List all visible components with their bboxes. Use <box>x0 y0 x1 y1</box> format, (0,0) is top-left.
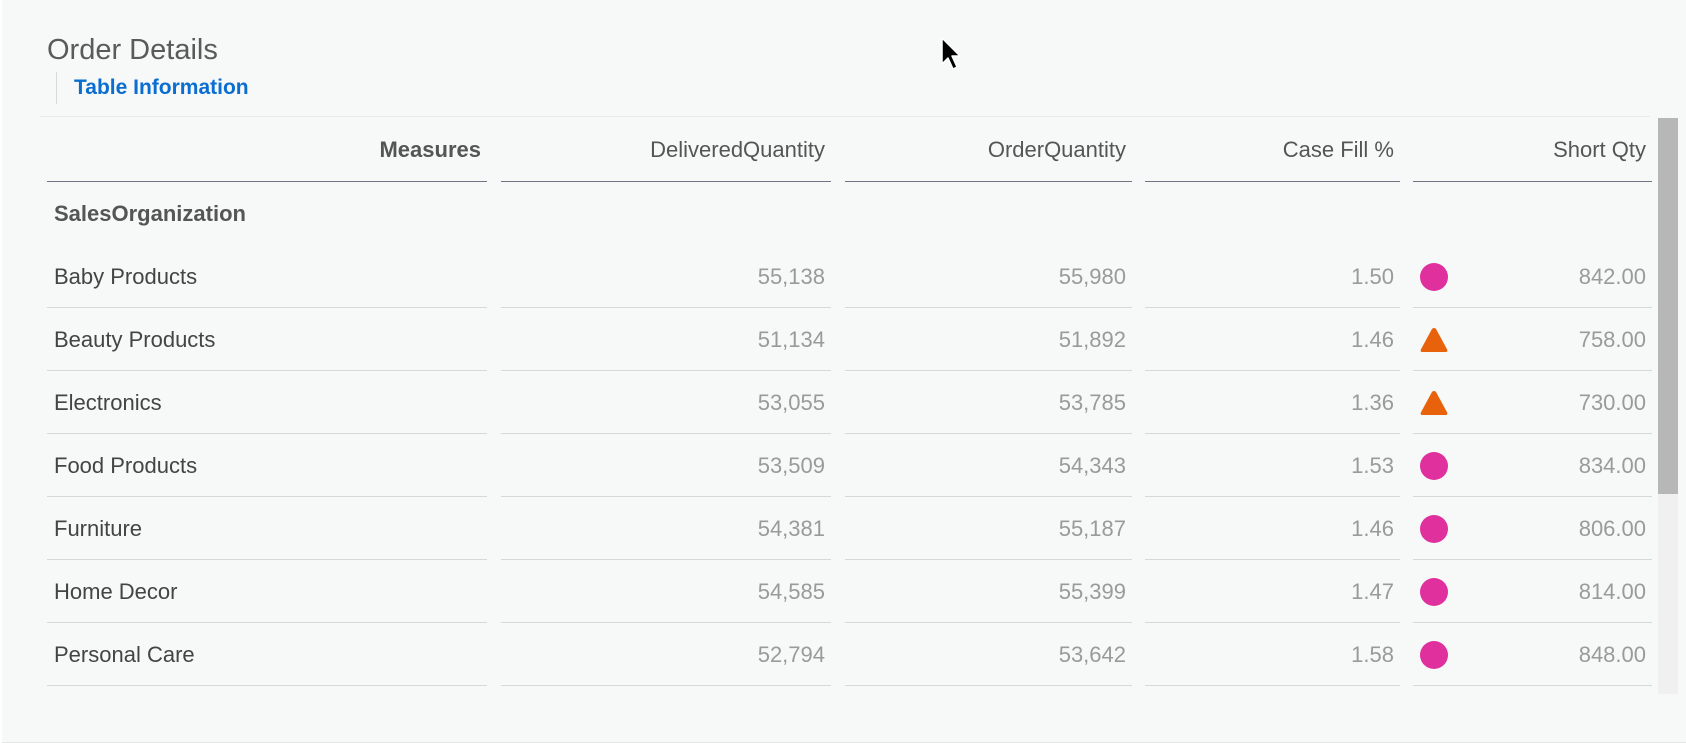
row-label[interactable]: Personal Care <box>47 623 487 686</box>
status-circle-icon <box>1419 262 1449 292</box>
header-separator <box>40 116 1650 117</box>
case-fill-cell: 1.53 <box>1145 434 1400 497</box>
case-fill-cell: 1.58 <box>1145 623 1400 686</box>
delivered-quantity-cell: 51,134 <box>501 308 831 371</box>
row-label[interactable]: Beauty Products <box>47 308 487 371</box>
delivered-quantity-cell: 54,381 <box>501 497 831 560</box>
row-label[interactable]: Baby Products <box>47 245 487 308</box>
header-delivered-quantity[interactable]: DeliveredQuantity <box>501 118 831 182</box>
table-information-link[interactable]: Table Information <box>74 76 249 100</box>
header-order-quantity[interactable]: OrderQuantity <box>845 118 1132 182</box>
short-qty-cell: 834.00 <box>1413 434 1652 497</box>
status-circle-icon <box>1419 640 1449 670</box>
order-quantity-cell: 55,399 <box>845 560 1132 623</box>
data-table: Measures DeliveredQuantity OrderQuantity… <box>47 118 1652 688</box>
vertical-scrollbar[interactable] <box>1658 118 1678 694</box>
short-qty-cell: 730.00 <box>1413 371 1652 434</box>
delivered-quantity-cell: 53,055 <box>501 371 831 434</box>
short-qty-value: 842.00 <box>1578 264 1646 289</box>
case-fill-cell: 1.46 <box>1145 308 1400 371</box>
row-label[interactable]: Home Decor <box>47 560 487 623</box>
short-qty-value: 834.00 <box>1578 453 1646 478</box>
short-qty-cell: 814.00 <box>1413 560 1652 623</box>
order-quantity-cell: 53,642 <box>845 623 1132 686</box>
header-case-fill[interactable]: Case Fill % <box>1145 118 1400 182</box>
short-qty-value: 806.00 <box>1578 516 1646 541</box>
short-qty-cell: 806.00 <box>1413 497 1652 560</box>
short-qty-value: 758.00 <box>1578 327 1646 352</box>
scrollbar-thumb[interactable] <box>1658 118 1678 494</box>
order-details-panel: Order Details Table Information Measures… <box>2 0 1686 743</box>
status-circle-icon <box>1419 514 1449 544</box>
header-measures[interactable]: Measures <box>47 118 487 182</box>
status-circle-icon <box>1419 451 1449 481</box>
subnav-divider <box>56 72 57 104</box>
order-quantity-cell: 51,892 <box>845 308 1132 371</box>
short-qty-value: 814.00 <box>1578 579 1646 604</box>
case-fill-cell: 1.46 <box>1145 497 1400 560</box>
row-label[interactable]: Food Products <box>47 434 487 497</box>
group-label-sales-organization: SalesOrganization <box>54 201 246 226</box>
delivered-quantity-cell: 54,585 <box>501 560 831 623</box>
short-qty-cell: 758.00 <box>1413 308 1652 371</box>
short-qty-cell: 848.00 <box>1413 623 1652 686</box>
case-fill-cell: 1.36 <box>1145 371 1400 434</box>
short-qty-cell: 842.00 <box>1413 245 1652 308</box>
short-qty-value: 848.00 <box>1578 642 1646 667</box>
panel-title: Order Details <box>47 34 218 66</box>
row-label[interactable]: Electronics <box>47 371 487 434</box>
delivered-quantity-cell: 55,138 <box>501 245 831 308</box>
delivered-quantity-cell: 53,509 <box>501 434 831 497</box>
order-quantity-cell: 53,785 <box>845 371 1132 434</box>
order-quantity-cell: 55,980 <box>845 245 1132 308</box>
warning-triangle-icon <box>1419 388 1449 418</box>
row-label[interactable]: Furniture <box>47 497 487 560</box>
order-quantity-cell: 54,343 <box>845 434 1132 497</box>
order-quantity-cell: 55,187 <box>845 497 1132 560</box>
case-fill-cell: 1.50 <box>1145 245 1400 308</box>
header-short-qty[interactable]: Short Qty <box>1413 118 1652 182</box>
case-fill-cell: 1.47 <box>1145 560 1400 623</box>
delivered-quantity-cell: 52,794 <box>501 623 831 686</box>
short-qty-value: 730.00 <box>1578 390 1646 415</box>
mouse-pointer-icon <box>941 37 961 70</box>
status-circle-icon <box>1419 577 1449 607</box>
warning-triangle-icon <box>1419 325 1449 355</box>
